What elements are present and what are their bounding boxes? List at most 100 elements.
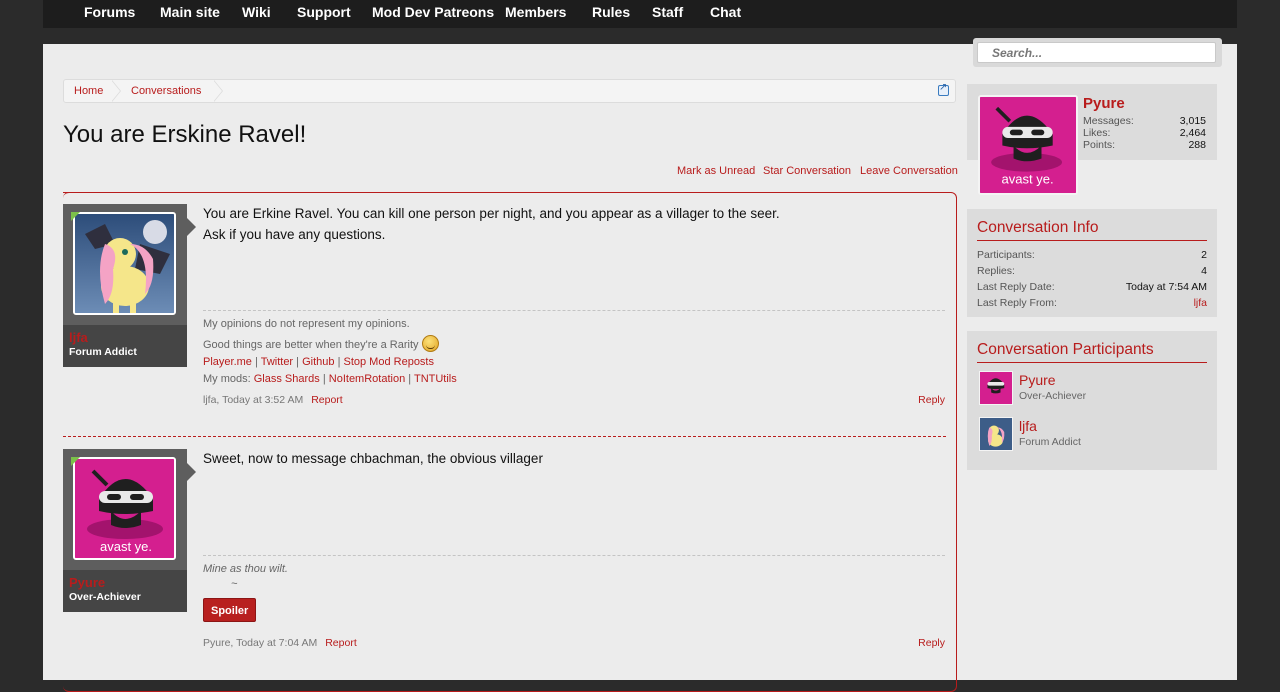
signature-link-playerme[interactable]: Player.me [203,356,252,368]
info-value: Today at 7:54 AM [1125,281,1207,293]
avatar[interactable]: avast ye. [73,457,176,560]
signature-link-github[interactable]: Github [302,356,334,368]
message-meta: ljfa, Today at 3:52 AM Report [203,394,343,406]
message-line: Ask if you have any questions. [203,227,386,242]
sidebar-username[interactable]: Pyure [1083,95,1125,112]
participant-avatar[interactable] [979,417,1013,451]
message-user-info: ljfa Forum Addict [63,325,187,367]
participant-avatar[interactable] [979,371,1013,405]
stat-row: Points: 288 [1083,139,1206,153]
message-line: Sweet, now to message chbachman, the obv… [203,451,543,466]
message-meta: Pyure, Today at 7:04 AM Report [203,637,357,649]
signature-link-noitemrotation[interactable]: NoItemRotation [329,373,405,385]
breadcrumb-separator [111,80,121,102]
signature-link-twitter[interactable]: Twitter [261,356,293,368]
signature-link-stop-mod-reposts[interactable]: Stop Mod Reposts [344,356,435,368]
page-title: You are Erskine Ravel! [63,121,307,148]
message-author-date[interactable]: ljfa, Today at 3:52 AM [203,394,303,406]
nav-forums[interactable]: Forums [84,4,135,20]
participant-title: Forum Addict [1019,436,1081,448]
top-navigation: Forums Main site Wiki Support Mod Dev Pa… [43,0,1237,28]
avatar[interactable] [73,212,176,315]
sidebar-avatar[interactable]: avast ye. [978,95,1078,195]
star-conversation-link[interactable]: Star Conversation [763,165,851,177]
stat-value: 2,464 [1179,127,1206,139]
nav-support[interactable]: Support [297,4,351,20]
breadcrumb-separator [213,80,223,102]
stat-value: 3,015 [1179,115,1206,127]
signature-line: Mine as thou wilt. [203,563,288,575]
message-user-avatar: avast ye. [63,449,196,570]
nav-main-site[interactable]: Main site [160,4,220,20]
mark-unread-link[interactable]: Mark as Unread [677,165,755,177]
speech-arrow [187,218,196,236]
message-body: Sweet, now to message chbachman, the obv… [203,448,543,469]
info-value: 4 [1201,265,1207,277]
report-link[interactable]: Report [325,637,357,649]
info-value: 2 [1201,249,1207,261]
avatar-caption: avast ye. [1001,172,1053,187]
sidebar-conversation-participants: Conversation Participants Pyure Over-Ach… [967,331,1217,470]
nav-wiki[interactable]: Wiki [242,4,271,20]
heading-rule [977,240,1207,241]
message-line: You are Erkine Ravel. You can kill one p… [203,206,780,221]
info-row: Last Reply From: ljfa [977,297,1207,311]
message-username[interactable]: ljfa [69,330,181,345]
avatar-caption: avast ye. [100,539,152,554]
ninja-avatar-icon: avast ye. [75,459,174,558]
nav-rules[interactable]: Rules [592,4,630,20]
online-indicator-icon [71,212,80,221]
signature-line: My opinions do not represent my opinions… [203,318,410,330]
nav-mod-dev-patreons[interactable]: Mod Dev Patreons [372,4,494,20]
signature-link-glass-shards[interactable]: Glass Shards [254,373,320,385]
ninja-avatar-icon: avast ye. [980,97,1076,193]
reply-link[interactable]: Reply [918,394,945,406]
message-author-date[interactable]: Pyure, Today at 7:04 AM [203,637,317,649]
info-label: Replies: [977,265,1015,277]
sidebar-heading: Conversation Info [977,219,1099,236]
message-username[interactable]: Pyure [69,575,181,590]
breadcrumb: Home Conversations [63,79,956,103]
online-indicator-icon [71,457,80,466]
message-list [63,192,957,692]
nav-staff[interactable]: Staff [652,4,683,20]
message-user-title: Forum Addict [69,346,137,358]
rarity-smiley-icon [421,335,439,352]
message-separator [63,436,946,437]
heading-rule [977,362,1207,363]
stat-label: Messages: [1083,115,1134,127]
report-link[interactable]: Report [311,394,343,406]
last-reply-from-link[interactable]: ljfa [1194,297,1207,309]
nav-chat[interactable]: Chat [710,4,741,20]
breadcrumb-conversations[interactable]: Conversations [131,80,201,102]
sidebar-conversation-info: Conversation Info Participants: 2 Replies… [967,209,1217,317]
reply-link[interactable]: Reply [918,637,945,649]
signature-line: ~ [231,578,238,590]
spoiler-button[interactable]: Spoiler [203,598,257,622]
stat-label: Likes: [1083,127,1111,139]
info-label: Participants: [977,249,1035,261]
stat-label: Points: [1083,139,1116,151]
nav-members[interactable]: Members [505,4,566,20]
signature-separator [203,310,945,311]
message-user-info: Pyure Over-Achiever [63,570,187,612]
signature: Mine as thou wilt. ~ [203,561,288,591]
leave-conversation-link[interactable]: Leave Conversation [860,165,958,177]
message-user-avatar [63,204,196,325]
info-row: Last Reply Date: Today at 7:54 AM [977,281,1207,295]
info-label: Last Reply Date: [977,281,1055,293]
signature-link-tntutils[interactable]: TNTUtils [414,373,457,385]
breadcrumb-home[interactable]: Home [74,80,103,102]
message-body: You are Erkine Ravel. You can kill one p… [203,203,780,245]
signature-line: Good things are better when they're a Ra… [203,339,419,351]
ninja-avatar-icon [980,372,1012,404]
participant-title: Over-Achiever [1019,390,1087,402]
jump-to-icon[interactable] [938,82,949,96]
pony-avatar-icon [980,418,1012,450]
signature-separator [203,555,945,556]
participant-name[interactable]: Pyure [1019,372,1056,388]
signature-mods-label: My mods: [203,373,251,385]
search-input[interactable] [977,42,1216,63]
participant-name[interactable]: ljfa [1019,418,1037,434]
search-box [973,38,1222,67]
